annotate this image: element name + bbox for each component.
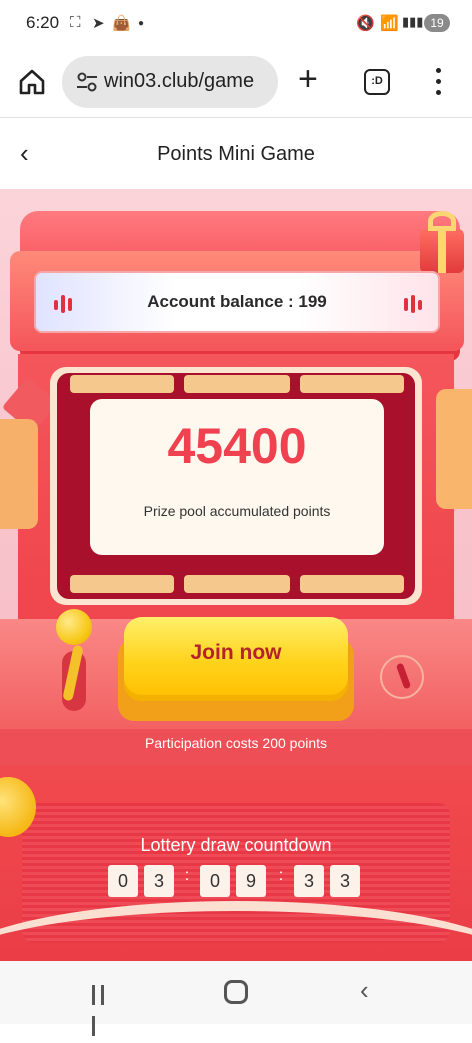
home-button-icon[interactable] <box>224 980 248 1004</box>
site-settings-icon[interactable] <box>76 72 98 92</box>
countdown-digit: 9 <box>236 865 266 897</box>
reel-slot <box>70 375 174 393</box>
new-tab-icon[interactable]: + <box>298 62 318 96</box>
status-time: 6:20 <box>26 13 60 32</box>
page-header: ‹ Points Mini Game <box>0 119 472 189</box>
telegram-icon: ➤ <box>92 15 105 32</box>
reel-slot <box>184 575 290 593</box>
prize-pool-points: 45400 <box>167 418 307 474</box>
home-icon[interactable] <box>16 66 48 98</box>
countdown-title: Lottery draw countdown <box>140 835 332 855</box>
address-bar[interactable]: win03.club/game <box>62 56 278 108</box>
recent-apps-icon[interactable] <box>92 981 116 1036</box>
reel-slot <box>300 575 404 593</box>
dot-icon: ● <box>138 18 145 29</box>
more-menu-icon[interactable] <box>436 68 442 98</box>
countdown-digit: 0 <box>108 865 138 897</box>
system-nav-bar: ‹ <box>0 961 472 1036</box>
join-now-button[interactable]: Join now <box>124 617 348 701</box>
account-balance-text: Account balance : 199 <box>147 292 327 311</box>
reel-slot <box>70 575 174 593</box>
gift-box-icon <box>420 211 464 273</box>
sound-bars-right-icon <box>404 295 422 313</box>
prize-pool-label: Prize pool accumulated points <box>143 503 331 519</box>
mute-icon: 🔇 <box>356 15 375 32</box>
machine-side-right <box>436 389 472 509</box>
shopping-bag-icon: 👜 <box>112 15 131 32</box>
countdown-separator: : <box>278 867 284 884</box>
signal-icon: ▮▮▮ <box>402 14 424 29</box>
balance-panel: Account balance : 199 <box>34 271 440 333</box>
join-now-label: Join now <box>190 641 282 664</box>
countdown-digit: 0 <box>200 865 230 897</box>
countdown-digit: 3 <box>294 865 324 897</box>
prize-pool-panel: 45400 Prize pool accumulated points <box>90 399 384 555</box>
browser-toolbar: win03.club/game + :D <box>0 48 472 118</box>
game-area: Account balance : 199 45400 Prize pool a… <box>0 189 472 961</box>
tab-switcher-button[interactable]: :D <box>364 69 390 95</box>
wifi-icon: 📶 <box>380 15 399 32</box>
countdown-digit: 3 <box>144 865 174 897</box>
countdown-digit: 3 <box>330 865 360 897</box>
participation-cost-text: Participation costs 200 points <box>144 735 328 751</box>
lever-knob-icon <box>56 609 92 645</box>
reel-slot <box>184 375 290 393</box>
screenshot-icon: ⛶ <box>70 14 81 31</box>
page-title: Points Mini Game <box>157 143 315 165</box>
dial-knob-icon <box>380 655 424 699</box>
countdown-separator: : <box>184 867 190 884</box>
status-bar: 6:20 ⛶ ➤ 👜 ● 🔇 📶 ▮▮▮ 19 <box>0 0 472 48</box>
machine-side-left <box>0 419 38 529</box>
url-text[interactable]: win03.club/game <box>104 70 254 93</box>
back-nav-icon[interactable]: ‹ <box>360 975 369 1006</box>
reel-slot <box>300 375 404 393</box>
battery-indicator: 19 <box>424 14 450 32</box>
